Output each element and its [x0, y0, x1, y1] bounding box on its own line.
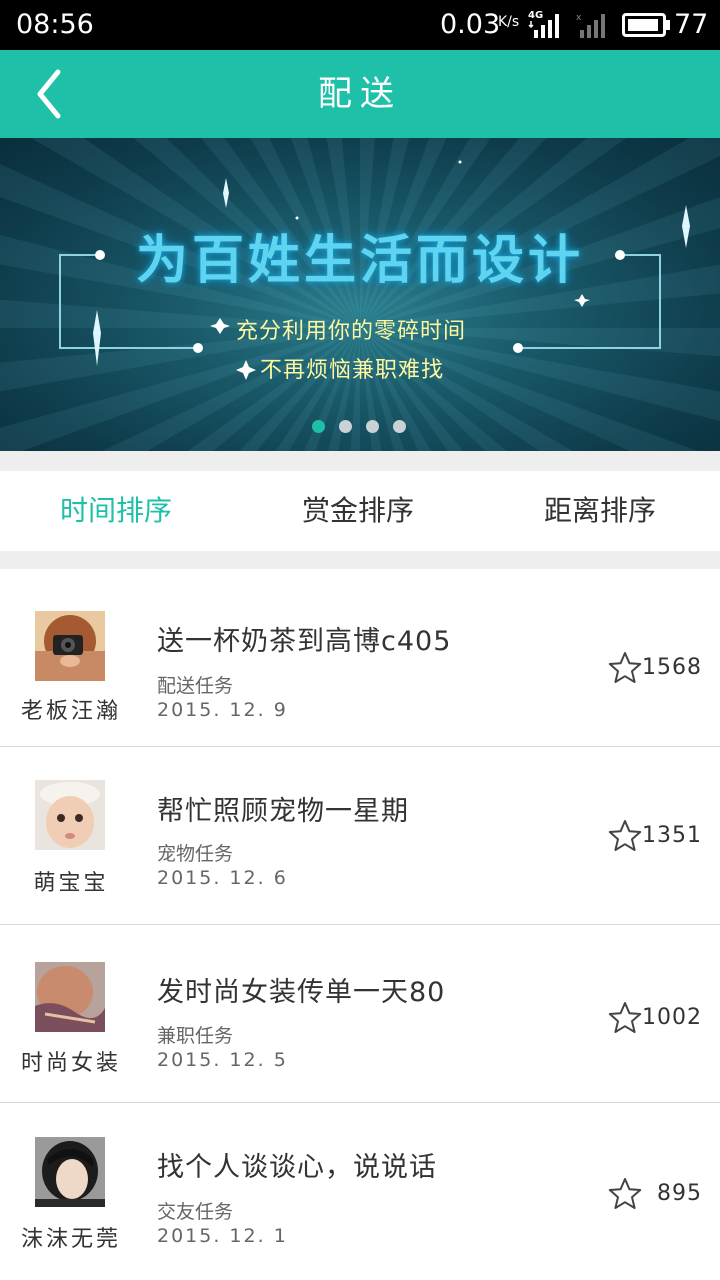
battery-tip	[666, 20, 670, 30]
banner-subtitle-2: 不再烦恼兼职难找	[260, 358, 445, 383]
task-type: 配送任务	[157, 675, 234, 697]
carousel-indicator	[0, 420, 720, 436]
network-speed-unit: K/s	[498, 14, 520, 30]
user-name: 沫沫无莞	[20, 1227, 121, 1252]
tab-sort-by-distance[interactable]: 距离排序	[520, 471, 680, 551]
task-row[interactable]: 时尚女装 发时尚女装传单一天80 兼职任务 2015. 12. 5 1002	[0, 925, 720, 1102]
task-date: 2015. 12. 1	[157, 1225, 288, 1247]
task-type: 兼职任务	[157, 1025, 234, 1047]
reward-amount: 1351	[642, 823, 702, 848]
task-type: 交友任务	[157, 1201, 234, 1223]
task-title: 找个人谈谈心，说说话	[157, 1152, 437, 1183]
tab-sort-by-reward[interactable]: 赏金排序	[278, 471, 438, 551]
sort-tabs: 时间排序 赏金排序 距离排序	[0, 471, 720, 551]
carousel-dot[interactable]	[393, 420, 406, 433]
girl-with-camera-avatar[interactable]	[35, 611, 105, 681]
reward-amount: 1568	[642, 655, 702, 680]
task-title: 发时尚女装传单一天80	[157, 977, 446, 1008]
nav-bar: 配送	[0, 50, 720, 138]
battery-percent: 77	[674, 9, 709, 40]
reward-amount: 895	[657, 1181, 702, 1206]
banner-frame-decoration	[59, 160, 690, 380]
secondary-signal-icon: x	[576, 12, 610, 38]
carousel-dot[interactable]	[312, 420, 325, 433]
banner-subtitle-1: 充分利用你的零碎时间	[236, 319, 467, 344]
network-speed: 0.03	[440, 9, 501, 40]
task-title: 送一杯奶茶到高博c405	[157, 626, 452, 657]
baby-avatar[interactable]	[35, 780, 105, 850]
status-bar: 08:56 0.03 K/s 4G x 77	[0, 0, 720, 50]
fashion-girl-avatar[interactable]	[35, 962, 105, 1032]
section-gap	[0, 551, 720, 569]
carousel-dot[interactable]	[339, 420, 352, 433]
carousel-dot[interactable]	[366, 420, 379, 433]
banner-title: 为百姓生活而设计	[135, 231, 584, 291]
task-type: 宠物任务	[157, 843, 234, 865]
task-date: 2015. 12. 9	[157, 699, 288, 721]
chevron-left-icon	[37, 69, 61, 119]
task-row[interactable]: 沫沫无莞 找个人谈谈心，说说话 交友任务 2015. 12. 1 895	[0, 1103, 720, 1280]
user-name: 老板汪瀚	[20, 699, 121, 724]
svg-text:x: x	[576, 13, 582, 23]
page-title: 配送	[318, 74, 402, 114]
battery-icon	[622, 13, 666, 37]
tab-sort-by-time[interactable]: 时间排序	[36, 471, 196, 551]
section-gap	[0, 451, 720, 471]
user-name: 萌宝宝	[33, 871, 109, 896]
task-date: 2015. 12. 5	[157, 1049, 288, 1071]
app-root: 08:56 0.03 K/s 4G x 77 配送 为百姓生活而设计 充分利用你…	[0, 0, 720, 1280]
status-time: 08:56	[16, 9, 94, 40]
task-row[interactable]: 萌宝宝 帮忙照顾宠物一星期 宠物任务 2015. 12. 6 1351	[0, 747, 720, 924]
cellular-signal-icon: 4G	[528, 10, 568, 38]
reward-amount: 1002	[642, 1005, 702, 1030]
back-button[interactable]	[30, 68, 70, 120]
girl-portrait-avatar[interactable]	[35, 1137, 105, 1207]
task-date: 2015. 12. 6	[157, 867, 288, 889]
user-name: 时尚女装	[20, 1051, 121, 1076]
promo-banner[interactable]: 为百姓生活而设计 充分利用你的零碎时间 不再烦恼兼职难找	[0, 138, 720, 451]
task-title: 帮忙照顾宠物一星期	[157, 796, 409, 827]
task-row[interactable]: 老板汪瀚 送一杯奶茶到高博c405 配送任务 2015. 12. 9 1568	[0, 569, 720, 746]
